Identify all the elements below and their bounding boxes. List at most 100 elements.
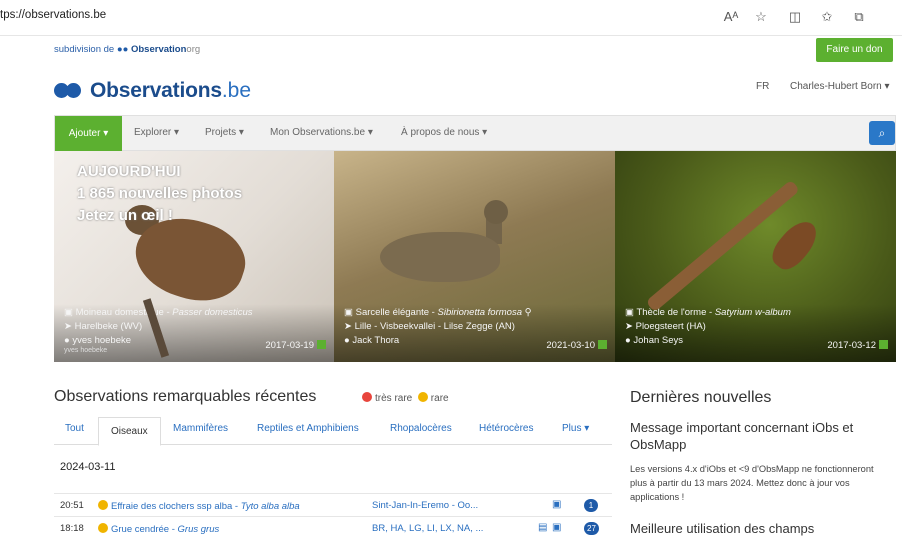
- language-selector[interactable]: FR: [756, 81, 769, 92]
- user-menu[interactable]: Charles-Hubert Born ▾: [790, 81, 890, 92]
- observations-title: Observations remarquables récentes: [54, 388, 317, 405]
- hero-today: AUJOURD'HUI: [77, 163, 181, 180]
- photo-1-location: ➤ Harelbeke (WV): [64, 321, 142, 332]
- main-nav: Ajouter ▾ Explorer ▾ Projets ▾ Mon Obser…: [54, 115, 896, 152]
- user-icon: ●: [625, 335, 631, 346]
- photo-2-observer: ● Jack Thora: [344, 335, 399, 346]
- favorites-icon[interactable]: ✩: [818, 8, 836, 26]
- photo-3-observer-name: Johan Seys: [633, 335, 684, 346]
- read-aloud-icon[interactable]: Aᴬ: [722, 8, 740, 26]
- photo-card-3[interactable]: ▣ Thècle de l'orme - Satyrium w-album ➤ …: [615, 151, 896, 362]
- tab-reptiles-amphibiens[interactable]: Reptiles et Amphibiens: [257, 423, 359, 434]
- tab-mammiferes[interactable]: Mammifères: [173, 423, 228, 434]
- news-item-2-title[interactable]: Meilleure utilisation des champs: [630, 521, 898, 536]
- tab-oiseaux[interactable]: Oiseaux: [98, 417, 161, 446]
- table-row[interactable]: 20:51 Effraie des clochers ssp alba - Ty…: [54, 493, 612, 516]
- photo-1-location-text: Harelbeke (WV): [74, 321, 143, 332]
- split-screen-icon[interactable]: ◫: [786, 8, 804, 26]
- subdivision-brand: Observation: [130, 44, 187, 55]
- rare-dot-icon: [98, 523, 108, 533]
- table-row[interactable]: 18:18 Grue cendrée - Grus grus BR, HA, L…: [54, 516, 612, 539]
- teal-body-image: [380, 232, 500, 282]
- collections-icon[interactable]: ⧉: [850, 8, 868, 26]
- logo-tld: .be: [221, 79, 252, 102]
- binoculars-logo-icon: [54, 83, 82, 99]
- validated-check-icon: [317, 340, 326, 349]
- favorite-star-icon[interactable]: ☆: [752, 8, 770, 26]
- location-arrow-icon: ➤: [64, 321, 72, 332]
- photo-3-location-text: Ploegsteert (HA): [635, 321, 706, 332]
- nav-projets[interactable]: Projets ▾: [205, 127, 244, 138]
- tab-plus[interactable]: Plus ▾: [562, 423, 589, 434]
- observation-tabs: Tout Oiseaux Mammifères Reptiles et Amph…: [54, 417, 612, 446]
- tab-tout[interactable]: Tout: [65, 423, 84, 434]
- photo-1-latin: Passer domesticus: [172, 307, 253, 318]
- address-bar[interactable]: tps://observations.be: [0, 9, 106, 21]
- observations-date: 2024-03-11: [60, 461, 116, 473]
- subdivision-link[interactable]: subdivision de ●● Observationorg: [54, 44, 200, 55]
- nav-mon-observations[interactable]: Mon Observations.be ▾: [270, 127, 373, 138]
- photo-2-observer-name: Jack Thora: [352, 335, 400, 346]
- location-arrow-icon: ➤: [344, 321, 352, 332]
- row-count-badge[interactable]: 27: [584, 522, 599, 535]
- photo-1-date-text: 2017-03-19: [265, 340, 314, 351]
- photo-1-date: 2017-03-19: [265, 340, 326, 351]
- photo-2-date-text: 2021-03-10: [546, 340, 595, 351]
- photo-1-species: ▣ Moineau domestique - Passer domesticus: [64, 307, 253, 318]
- photo-3-species-name: Thècle de l'orme: [636, 307, 707, 318]
- rare-dot-icon: [417, 392, 428, 402]
- search-icon[interactable]: ⌕: [869, 121, 895, 145]
- photo-2-species-name: Sarcelle élégante: [355, 307, 430, 318]
- donate-button[interactable]: Faire un don: [816, 38, 893, 62]
- camera-icon: ▣: [344, 307, 353, 318]
- row-time: 20:51: [60, 500, 84, 511]
- site-logo[interactable]: Observations .be: [54, 79, 251, 103]
- photo-3-latin: Satyrium w-album: [714, 307, 791, 318]
- row-species-name: Grue cendrée: [111, 524, 170, 535]
- comment-icon[interactable]: ▤: [538, 522, 547, 533]
- user-icon: ●: [64, 335, 70, 346]
- row-species-latin: Tyto alba alba: [240, 501, 300, 512]
- nav-a-propos[interactable]: À propos de nous ▾: [401, 127, 487, 138]
- news-title: Dernières nouvelles: [630, 389, 772, 406]
- validated-check-icon: [598, 340, 607, 349]
- photo-1-credit: yves hoebeke: [64, 347, 108, 354]
- news-item-1-body: Les versions 4.x d'iObs et <9 d'ObsMapp …: [630, 464, 874, 502]
- photo-3-date: 2017-03-12: [827, 340, 888, 351]
- row-species-latin: Grus grus: [177, 524, 220, 535]
- very-rare-dot-icon: [362, 392, 372, 402]
- subdivision-prefix: subdivision de: [54, 44, 115, 55]
- map-pin-icon: ⚲: [524, 307, 532, 318]
- photo-3-date-text: 2017-03-12: [827, 340, 876, 351]
- row-count-badge[interactable]: 1: [584, 499, 598, 512]
- row-location[interactable]: Sint-Jan-In-Eremo - Oo...: [372, 500, 478, 511]
- row-species[interactable]: Effraie des clochers ssp alba - Tyto alb…: [98, 500, 300, 512]
- row-location[interactable]: BR, HA, LG, LI, LX, NA, ...: [372, 523, 483, 534]
- subdivision-tld: org: [186, 44, 201, 55]
- camera-icon: ▣: [64, 307, 73, 318]
- browser-toolbar: tps://observations.be Aᴬ ☆ ◫ ✩ ⧉: [0, 0, 902, 36]
- teal-head-image: [484, 200, 508, 224]
- photo-1-observer-name: yves hoebeke: [72, 335, 132, 346]
- photo-2-location-text: Lille - Visbeekvallei - Lilse Zegge (AN): [354, 321, 515, 332]
- photo-3-location: ➤ Ploegsteert (HA): [625, 321, 706, 332]
- tab-rhopaloceres[interactable]: Rhopalocères: [390, 423, 452, 434]
- row-time: 18:18: [60, 523, 84, 534]
- photo-3-species: ▣ Thècle de l'orme - Satyrium w-album: [625, 307, 791, 318]
- camera-icon[interactable]: ▣: [552, 522, 561, 533]
- camera-icon[interactable]: ▣: [552, 499, 561, 510]
- photo-1-observer: ● yves hoebeke: [64, 335, 131, 346]
- legend-rare: rare: [430, 393, 449, 404]
- news-item-1-title[interactable]: Message important concernant iObs et Obs…: [630, 419, 898, 453]
- subdivision-bar: subdivision de ●● Observationorg: [0, 36, 902, 66]
- nav-explorer[interactable]: Explorer ▾: [134, 127, 179, 138]
- logo-name: Observations: [90, 79, 222, 102]
- hero-overlay[interactable]: AUJOURD'HUI 1 865 nouvelles photos Jetez…: [77, 161, 242, 227]
- add-button[interactable]: Ajouter ▾: [55, 116, 122, 152]
- tab-heteroceres[interactable]: Hétérocères: [479, 423, 533, 434]
- hero-cta[interactable]: Jetez un œil !: [77, 205, 242, 227]
- row-species[interactable]: Grue cendrée - Grus grus: [98, 523, 219, 535]
- photo-2-date: 2021-03-10: [546, 340, 607, 351]
- hero-new-photos: 1 865 nouvelles photos: [77, 185, 243, 202]
- camera-icon: ▣: [625, 307, 634, 318]
